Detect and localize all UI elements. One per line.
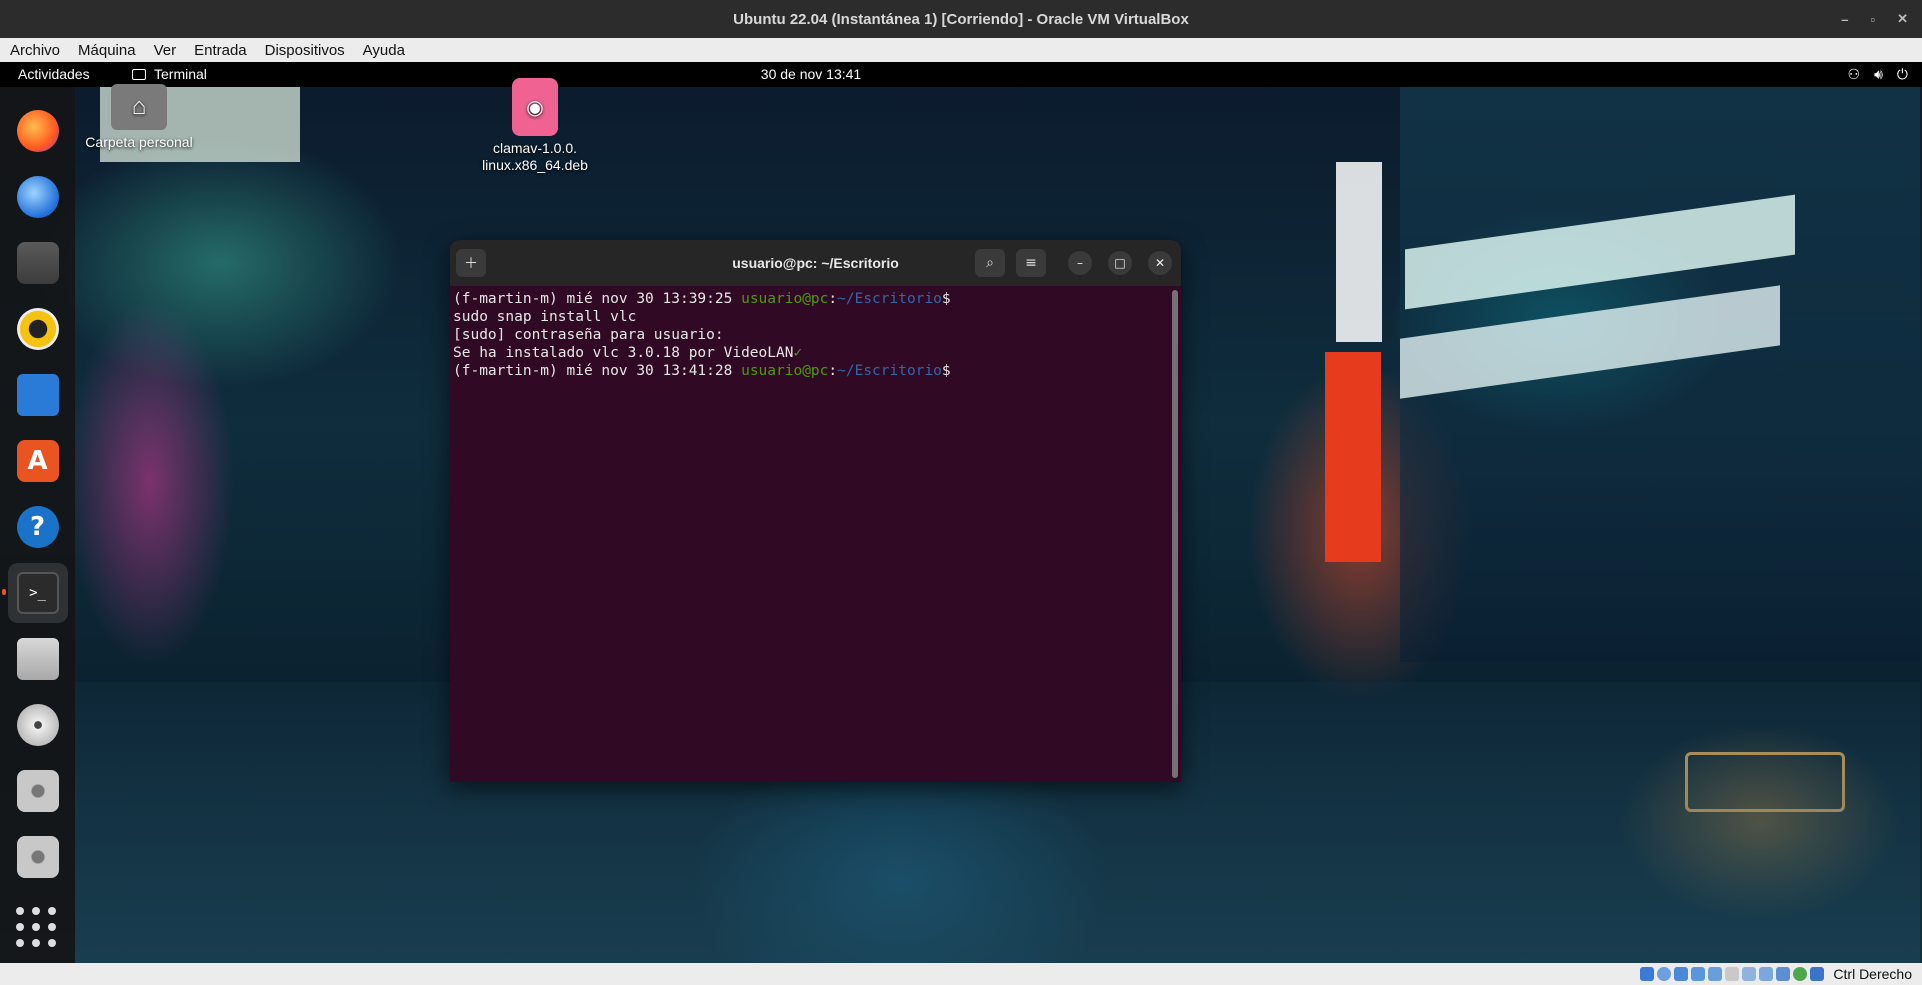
dock-dvd[interactable] [8,695,68,755]
dock-writer[interactable] [8,365,68,425]
minimize-button[interactable]: – [1068,251,1092,275]
dock-disk-3[interactable] [8,827,68,887]
terminal-window[interactable]: ＋ usuario@pc: ~/Escritorio ⌕ ≡ – □ ✕ (f-… [450,240,1181,782]
rhythmbox-icon [16,308,59,350]
host-key-label: Ctrl Derecho [1833,966,1912,982]
vbox-menubar: Archivo Máquina Ver Entrada Dispositivos… [0,38,1922,62]
hard-disk-icon[interactable] [1640,967,1655,981]
dock-terminal[interactable]: >_ [1,563,68,623]
terminal-output[interactable]: (f-martin-m) mié nov 30 13:39:25 usuario… [450,286,1181,384]
terminal-line: sudo snap install vlc [453,309,637,325]
minimize-icon: – [1077,256,1083,270]
menu-ver[interactable]: Ver [154,42,177,59]
wallpaper-sign [1336,162,1382,342]
debian-package-icon: ◉ [512,78,558,136]
power-icon: ⏻ [1896,66,1908,82]
cpu-icon[interactable] [1776,967,1791,981]
hamburger-menu-icon: ≡ [1025,255,1037,271]
volume-icon: 🔊︎ [1874,66,1883,82]
files-icon [16,242,59,284]
close-button[interactable]: ✕ [1148,251,1172,275]
network-icon: ⚇ [1847,66,1861,82]
menu-ayuda[interactable]: Ayuda [363,42,405,59]
optical-disk-icon [16,836,59,878]
close-icon: ✕ [1154,256,1166,270]
terminal-line: (f-martin-m) mié nov 30 13:41:28 usuario… [453,363,951,379]
deb-file-label: clamav-1.0.0. linux.x86_64.deb [482,140,588,173]
maximize-icon[interactable]: ▫ [1870,12,1875,27]
software-store-icon: A [16,440,59,482]
home-folder-label: Carpeta personal [85,134,193,150]
close-icon[interactable]: ✕ [1897,11,1908,27]
dock-disk-2[interactable] [8,761,68,821]
system-tray[interactable]: ⚇ 🔊︎ ⏻ [1848,66,1908,83]
vbox-statusbar: Ctrl Derecho [0,963,1922,985]
terminal-headerbar[interactable]: ＋ usuario@pc: ~/Escritorio ⌕ ≡ – □ ✕ [450,240,1181,286]
keyboard-capture-icon[interactable] [1810,967,1825,981]
dock-thunderbird[interactable] [8,167,68,227]
video-capture-icon[interactable] [1759,967,1774,981]
guest-screen: Actividades Terminal 30 de nov 13:41 ⚇ 🔊… [0,62,1922,963]
dock-software[interactable]: A [8,431,68,491]
desktop-deb-file[interactable]: ◉ clamav-1.0.0. linux.x86_64.deb [470,78,600,174]
audio-icon[interactable] [1674,967,1689,981]
writer-icon [16,374,59,416]
terminal-scrollbar[interactable] [1172,290,1178,778]
dock-disk[interactable] [8,629,68,689]
menu-dispositivos[interactable]: Dispositivos [265,42,345,59]
terminal-line: (f-martin-m) mié nov 30 13:39:25 usuario… [453,291,951,307]
vbox-titlebar: Ubuntu 22.04 (Instantánea 1) [Corriendo]… [0,0,1922,38]
terminal-icon: >_ [16,572,59,614]
dock: A ? >_ [0,87,75,963]
menu-entrada[interactable]: Entrada [194,42,247,59]
maximize-button[interactable]: □ [1108,251,1132,275]
menu-archivo[interactable]: Archivo [10,42,60,59]
home-folder-icon: ⌂ [111,84,167,130]
dock-help[interactable]: ? [8,497,68,557]
vbox-window-title: Ubuntu 22.04 (Instantánea 1) [Corriendo]… [733,10,1189,28]
search-button[interactable]: ⌕ [975,249,1005,277]
menu-maquina[interactable]: Máquina [78,42,136,59]
drive-icon [16,638,59,680]
shared-folders-icon[interactable] [1725,967,1740,981]
clock[interactable]: 30 de nov 13:41 [0,66,1622,82]
optical-drive-icon[interactable] [1657,967,1672,981]
dock-rhythmbox[interactable] [8,299,68,359]
dvd-icon [16,704,59,746]
new-tab-button[interactable]: ＋ [456,249,486,277]
terminal-line: [sudo] contraseña para usuario: [453,327,724,343]
terminal-line: Se ha instalado vlc 3.0.18 por VideoLAN✓ [453,345,803,361]
gnome-topbar: Actividades Terminal 30 de nov 13:41 ⚇ 🔊… [0,62,1922,87]
maximize-icon: □ [1114,256,1126,270]
search-icon: ⌕ [986,255,994,271]
network-icon[interactable] [1691,967,1706,981]
vbox-window-controls: – ▫ ✕ [1841,0,1908,38]
minimize-icon[interactable]: – [1841,12,1848,27]
desktop-home-folder[interactable]: ⌂ Carpeta personal [74,84,204,150]
usb-icon[interactable] [1708,967,1723,981]
dock-firefox[interactable] [8,101,68,161]
mouse-integration-icon[interactable] [1793,967,1808,981]
help-icon: ? [16,506,59,548]
wallpaper-sign [1325,352,1381,562]
menu-button[interactable]: ≡ [1016,249,1046,277]
firefox-icon [16,110,59,152]
display-icon[interactable] [1742,967,1757,981]
show-apps-icon[interactable] [16,907,58,949]
thunderbird-icon [16,176,59,218]
optical-disk-icon [16,770,59,812]
dock-files[interactable] [8,233,68,293]
